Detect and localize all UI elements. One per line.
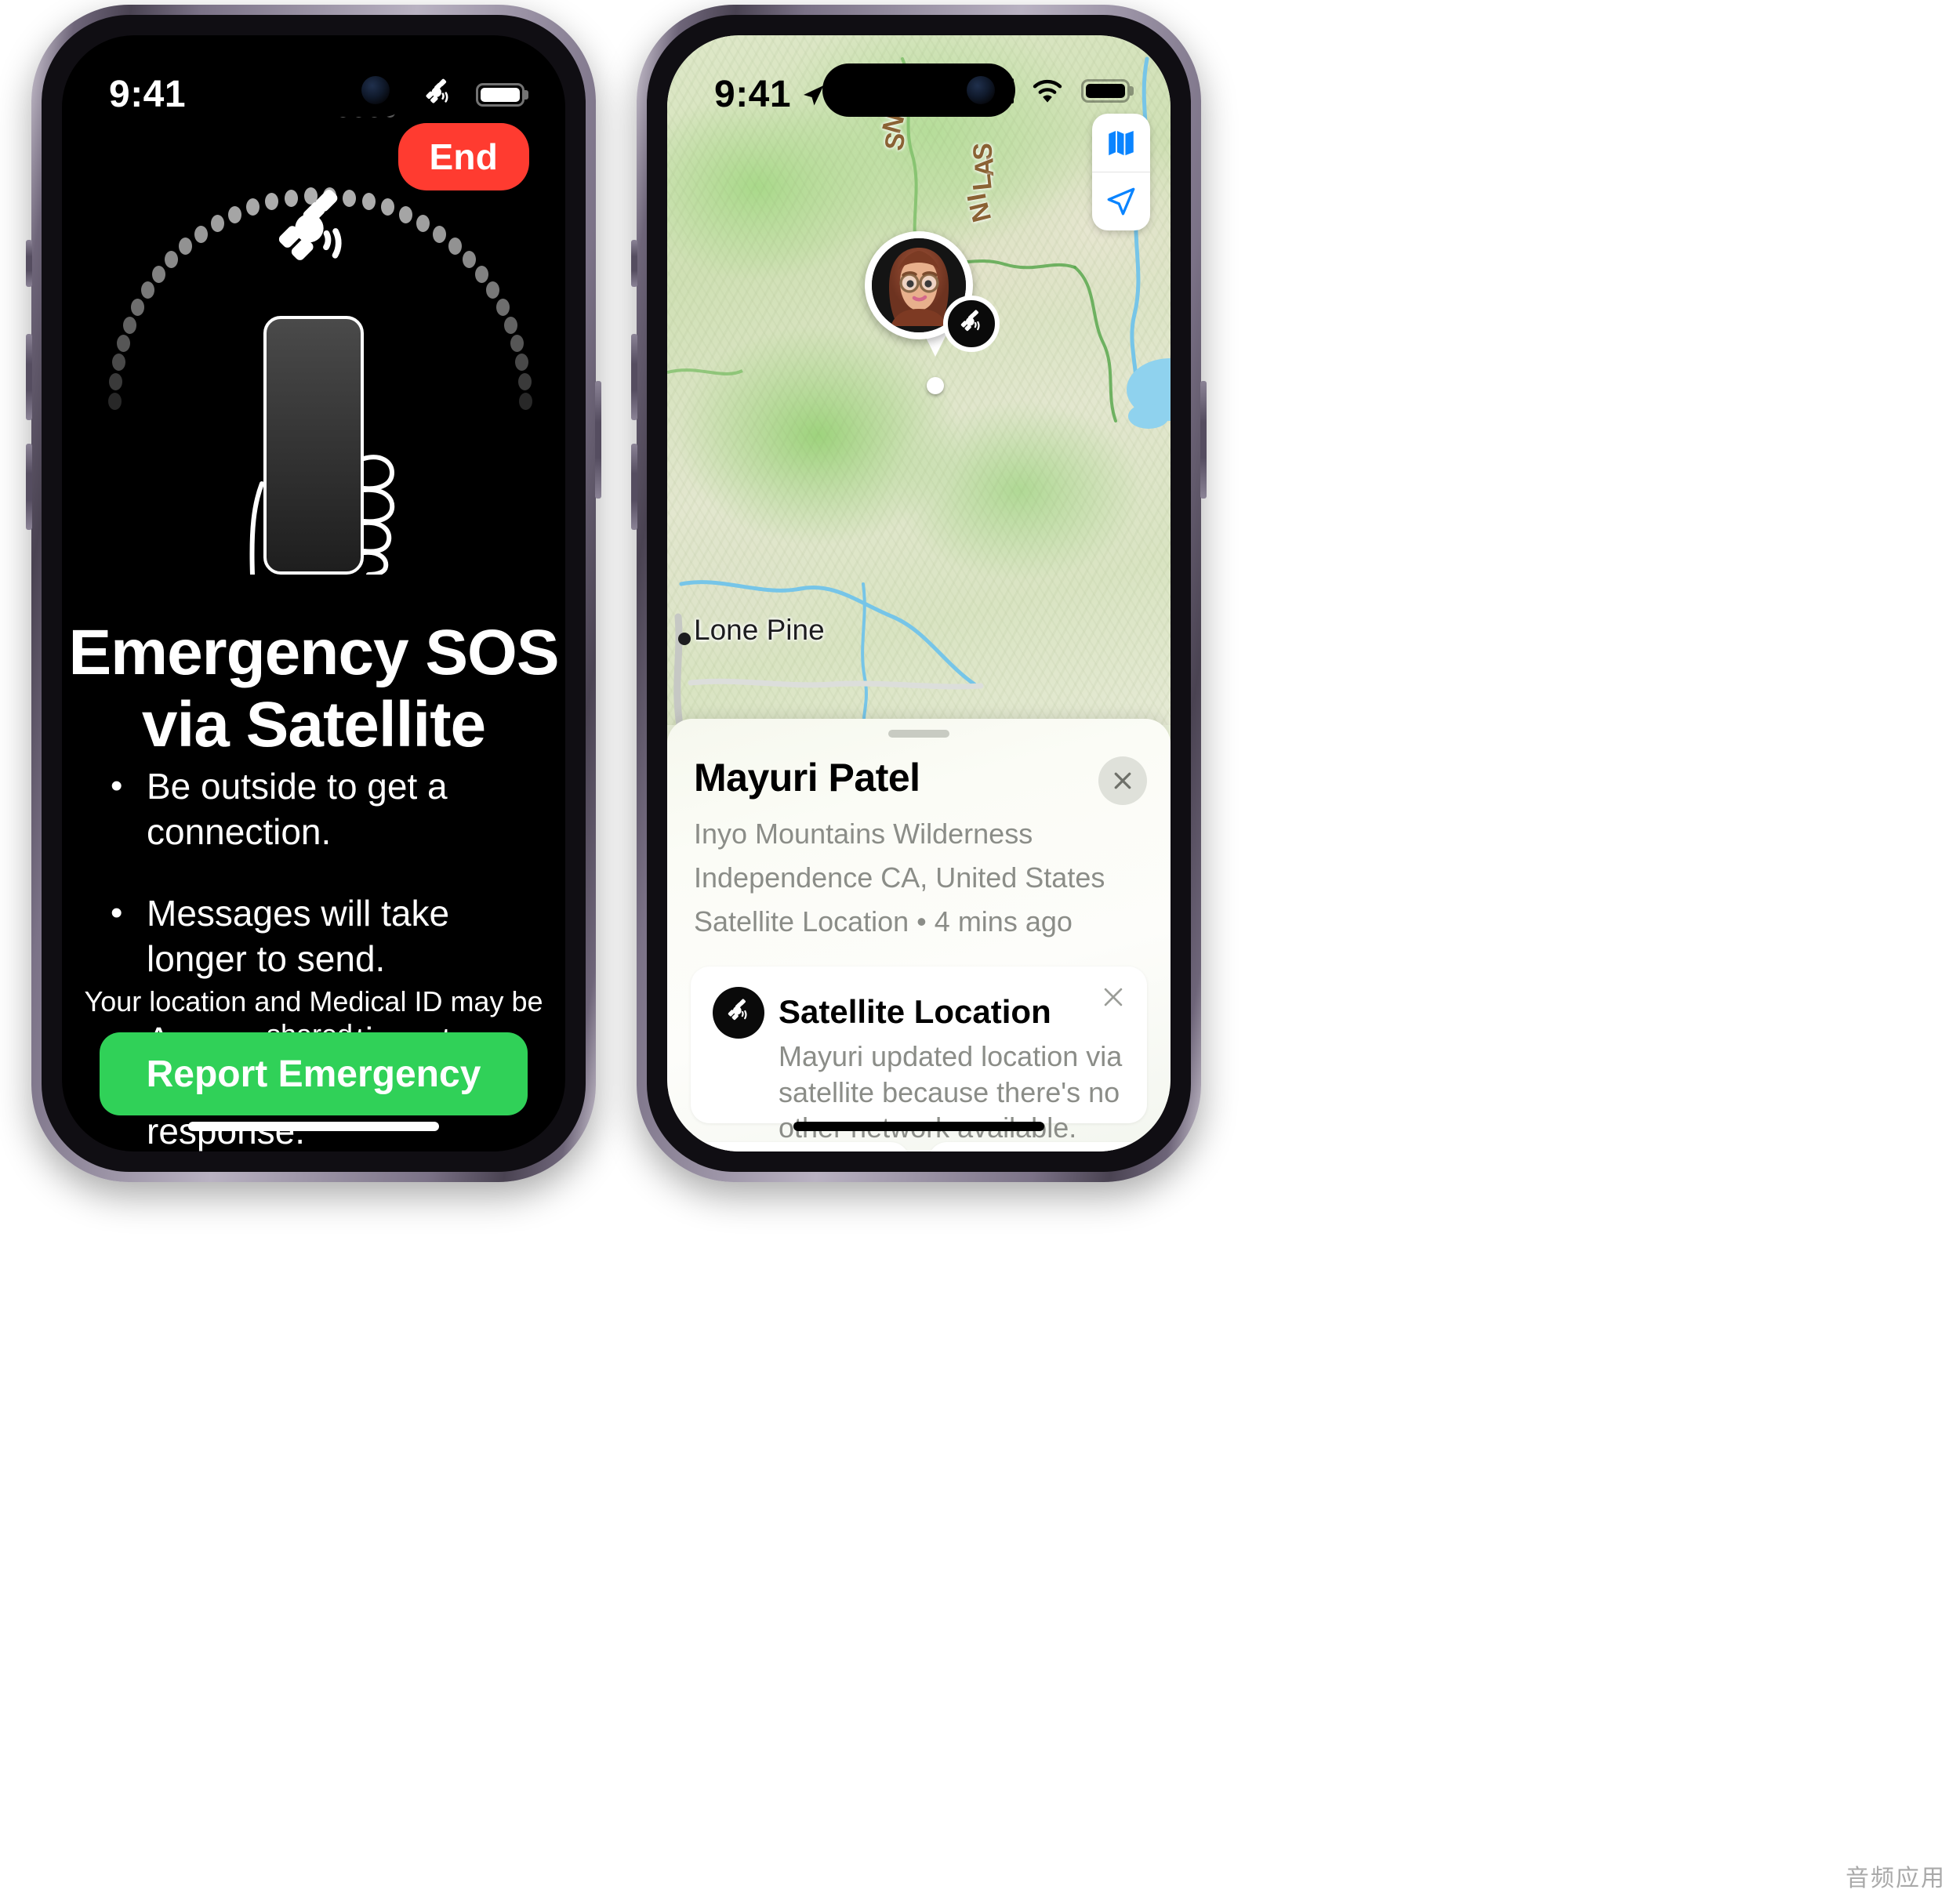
pin-anchor-dot	[927, 377, 944, 394]
right-phone-screen: INSSALIN Lone Pine	[667, 35, 1171, 1151]
map-controls	[1092, 114, 1150, 230]
arc-dot	[109, 373, 123, 391]
location-pin[interactable]	[865, 231, 1006, 396]
dismiss-info-card-button[interactable]	[1100, 984, 1127, 1014]
dynamic-island	[217, 63, 410, 117]
silent-switch[interactable]	[26, 240, 32, 287]
hand-holding-phone-icon	[196, 316, 431, 575]
satellite-badge-icon	[943, 296, 1000, 352]
arc-dot	[504, 316, 518, 334]
home-indicator[interactable]	[188, 1122, 439, 1131]
arc-dot	[495, 298, 510, 316]
satellite-dish-icon	[278, 190, 342, 260]
list-item: • Messages will take longer to send.	[111, 891, 534, 982]
volume-up-button-right[interactable]	[631, 334, 637, 420]
arc-dot	[122, 316, 136, 334]
locate-arrow-icon	[1107, 187, 1135, 216]
arc-dot	[152, 266, 166, 284]
sheet-grabber[interactable]	[888, 730, 949, 738]
arc-dot	[448, 237, 462, 255]
arc-dot	[246, 198, 260, 216]
volume-down-button-right[interactable]	[631, 444, 637, 530]
volume-down-button[interactable]	[26, 444, 32, 530]
arc-dot	[510, 335, 524, 353]
contact-name: Mayuri Patel	[694, 756, 920, 800]
arc-dot	[474, 266, 488, 284]
sos-illustration	[62, 173, 565, 575]
arc-dot	[517, 373, 532, 391]
list-item: • Be outside to get a connection.	[111, 764, 534, 855]
page-title: Emergency SOS via Satellite	[68, 617, 559, 760]
emergency-sos-screen: End Emergency SOS via Satellite • Be out…	[62, 35, 565, 1151]
volume-up-button[interactable]	[26, 334, 32, 420]
list-item-label: Messages will take longer to send.	[147, 892, 450, 979]
map-layers-icon	[1109, 130, 1134, 156]
city-label: Lone Pine	[694, 614, 825, 646]
place-line-1: Inyo Mountains Wilderness	[694, 818, 1033, 850]
dynamic-island-right	[822, 63, 1015, 117]
close-sheet-button[interactable]	[1098, 756, 1147, 805]
map-label: L	[967, 172, 999, 192]
arc-dot	[416, 215, 430, 233]
arc-dot	[462, 251, 476, 269]
city-dot-icon	[678, 633, 691, 645]
arc-dot	[131, 298, 145, 316]
close-icon	[1104, 988, 1123, 1006]
left-phone-bezel: 9:41 SOS	[42, 15, 586, 1172]
arc-dot	[140, 281, 154, 299]
arc-dot	[380, 198, 394, 216]
place-detail-sheet: Mayuri Patel Inyo Mountains Wilderness I…	[667, 719, 1171, 1151]
bullet-marker: •	[111, 893, 123, 932]
locate-me-button[interactable]	[1092, 172, 1150, 230]
report-emergency-button[interactable]: Report Emergency	[100, 1032, 528, 1115]
home-indicator-right[interactable]	[793, 1122, 1044, 1131]
close-icon	[1114, 772, 1131, 789]
left-phone-device: 9:41 SOS	[26, 5, 601, 1182]
satellite-info-card: Satellite Location Mayuri updated locati…	[691, 967, 1147, 1144]
place-line-3: Satellite Location • 4 mins ago	[694, 905, 1073, 937]
map-type-button[interactable]	[1092, 114, 1150, 172]
directions-action-button[interactable]: Directions 156 mi • 3:32 hrs	[928, 1142, 1147, 1151]
bullet-marker: •	[111, 767, 123, 805]
arc-dot	[432, 225, 446, 243]
place-line-2: Independence CA, United States	[694, 861, 1105, 894]
arc-dot	[519, 393, 532, 410]
arc-dot	[108, 393, 122, 410]
power-button-right[interactable]	[1200, 381, 1207, 499]
power-button[interactable]	[595, 381, 601, 499]
arc-dot	[515, 354, 529, 372]
arc-dot	[194, 225, 209, 243]
arc-dot	[111, 354, 125, 372]
contact-action-button[interactable]: Contact	[691, 1142, 909, 1151]
left-phone-screen: 9:41 SOS	[62, 35, 565, 1151]
arc-dot	[179, 237, 193, 255]
arc-dot	[486, 281, 500, 299]
arc-dot	[228, 205, 242, 223]
watermark: 音频应用	[1846, 1866, 1946, 1891]
info-card-heading: Satellite Location	[779, 993, 1051, 1030]
arc-dot	[116, 335, 130, 353]
map-canvas[interactable]: INSSALIN Lone Pine	[667, 35, 1171, 725]
silent-switch-right[interactable]	[631, 240, 637, 287]
right-phone-bezel: INSSALIN Lone Pine	[647, 15, 1191, 1172]
right-phone-device: INSSALIN Lone Pine	[631, 5, 1207, 1182]
satellite-icon-small	[713, 987, 764, 1039]
arc-dot	[211, 215, 224, 233]
action-buttons-row: Contact Directions 156 mi • 3:32 hrs	[691, 1142, 1147, 1151]
list-item-label: Be outside to get a connection.	[147, 766, 448, 852]
arc-dot	[165, 251, 179, 269]
arc-dot	[398, 205, 412, 223]
